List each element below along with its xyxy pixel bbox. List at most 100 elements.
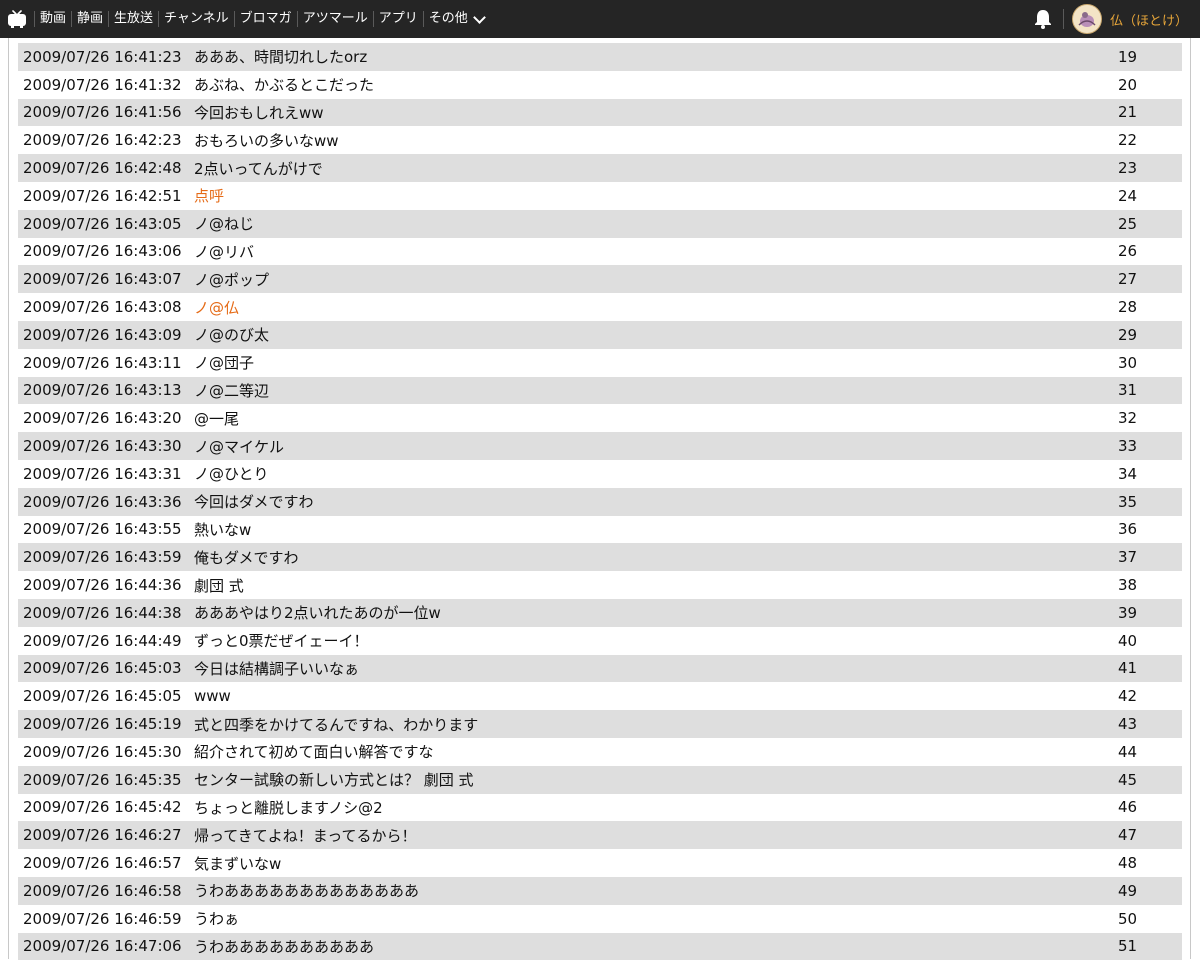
comment-row: 2009/07/26 16:43:31ノ@ひとり34 xyxy=(18,460,1182,488)
notification-bell-icon[interactable] xyxy=(1023,0,1063,38)
comment-text: 今回はダメですわ xyxy=(194,491,1118,512)
comment-row: 2009/07/26 16:43:11ノ@団子30 xyxy=(18,349,1182,377)
comment-text: ノ@仏 xyxy=(194,297,1118,318)
comment-datetime: 2009/07/26 16:45:03 xyxy=(18,659,194,677)
comment-datetime: 2009/07/26 16:44:38 xyxy=(18,604,194,622)
comment-row: 2009/07/26 16:43:36今回はダメですわ35 xyxy=(18,488,1182,516)
comment-text: あああ、時間切れしたorz xyxy=(194,46,1118,67)
comment-text: 帰ってきてよね！まってるから！ xyxy=(194,825,1118,846)
comment-datetime: 2009/07/26 16:43:55 xyxy=(18,520,194,538)
comment-number: 51 xyxy=(1118,937,1182,955)
comment-text: ノ@二等辺 xyxy=(194,380,1118,401)
comment-number: 39 xyxy=(1118,604,1182,622)
comment-number: 36 xyxy=(1118,520,1182,538)
comment-text: ノ@ねじ xyxy=(194,213,1118,234)
comment-number: 20 xyxy=(1118,76,1182,94)
comment-number: 24 xyxy=(1118,187,1182,205)
comment-text: 2点いってんがけで xyxy=(194,158,1118,179)
comment-row: 2009/07/26 16:43:13ノ@二等辺31 xyxy=(18,377,1182,405)
comment-datetime: 2009/07/26 16:43:08 xyxy=(18,298,194,316)
comment-number: 32 xyxy=(1118,409,1182,427)
nav-more-menu[interactable]: その他 xyxy=(423,11,489,27)
comment-datetime: 2009/07/26 16:46:58 xyxy=(18,882,194,900)
user-avatar[interactable] xyxy=(1072,4,1102,34)
comment-number: 40 xyxy=(1118,632,1182,650)
comment-text: ノ@リバ xyxy=(194,241,1118,262)
nav-item-channel[interactable]: チャンネル xyxy=(158,11,234,27)
comment-row: 2009/07/26 16:44:36劇団 式38 xyxy=(18,571,1182,599)
comment-row: 2009/07/26 16:46:59うわぁ50 xyxy=(18,905,1182,933)
comment-row: 2009/07/26 16:41:32あぶね、かぶるとこだった20 xyxy=(18,71,1182,99)
comment-text: ノ@団子 xyxy=(194,352,1118,373)
nav-item-video[interactable]: 動画 xyxy=(34,11,71,27)
comment-text: 点呼 xyxy=(194,185,1118,206)
comment-number: 49 xyxy=(1118,882,1182,900)
user-name[interactable]: 仏（ほとけ） xyxy=(1110,10,1188,29)
comment-row: 2009/07/26 16:45:30紹介されて初めて面白い解答ですな44 xyxy=(18,738,1182,766)
comment-datetime: 2009/07/26 16:41:56 xyxy=(18,103,194,121)
comment-row: 2009/07/26 16:47:06うわああああああああああ51 xyxy=(18,933,1182,960)
comment-row: 2009/07/26 16:43:20@一尾32 xyxy=(18,404,1182,432)
comment-datetime: 2009/07/26 16:43:13 xyxy=(18,381,194,399)
comment-datetime: 2009/07/26 16:43:59 xyxy=(18,548,194,566)
comment-row: 2009/07/26 16:42:482点いってんがけで23 xyxy=(18,154,1182,182)
nav-item-app[interactable]: アプリ xyxy=(373,11,423,27)
comment-text: 今回おもしれえww xyxy=(194,102,1118,123)
comment-number: 25 xyxy=(1118,215,1182,233)
comment-datetime: 2009/07/26 16:43:30 xyxy=(18,437,194,455)
nav-item-live[interactable]: 生放送 xyxy=(108,11,158,27)
user-area: 仏（ほとけ） xyxy=(1023,0,1200,38)
comment-row: 2009/07/26 16:43:05ノ@ねじ25 xyxy=(18,210,1182,238)
comment-number: 34 xyxy=(1118,465,1182,483)
nav-more-label: その他 xyxy=(429,11,468,27)
comment-datetime: 2009/07/26 16:42:51 xyxy=(18,187,194,205)
comment-row: 2009/07/26 16:44:49ずっと0票だぜイェーイ！40 xyxy=(18,627,1182,655)
comment-number: 37 xyxy=(1118,548,1182,566)
comment-datetime: 2009/07/26 16:41:23 xyxy=(18,48,194,66)
comment-text: 紹介されて初めて面白い解答ですな xyxy=(194,741,1118,762)
comment-datetime: 2009/07/26 16:43:05 xyxy=(18,215,194,233)
comment-text: あああやはり2点いれたあのが一位w xyxy=(194,602,1118,623)
comment-text: ノ@マイケル xyxy=(194,436,1118,457)
comment-row: 2009/07/26 16:43:30ノ@マイケル33 xyxy=(18,432,1182,460)
comment-number: 45 xyxy=(1118,771,1182,789)
comment-number: 33 xyxy=(1118,437,1182,455)
comment-datetime: 2009/07/26 16:42:48 xyxy=(18,159,194,177)
comment-datetime: 2009/07/26 16:43:09 xyxy=(18,326,194,344)
comment-text: おもろいの多いなww xyxy=(194,130,1118,151)
divider xyxy=(1063,9,1064,29)
comment-text: 気まずいなw xyxy=(194,853,1118,874)
comment-number: 27 xyxy=(1118,270,1182,288)
comment-text: 今日は結構調子いいなぁ xyxy=(194,658,1118,679)
comment-row: 2009/07/26 16:46:27帰ってきてよね！まってるから！47 xyxy=(18,821,1182,849)
comment-text: ノ@ひとり xyxy=(194,463,1118,484)
niconico-logo-icon[interactable] xyxy=(0,0,34,38)
comment-number: 48 xyxy=(1118,854,1182,872)
comment-number: 41 xyxy=(1118,659,1182,677)
comment-row: 2009/07/26 16:43:09ノ@のび太29 xyxy=(18,321,1182,349)
comment-row: 2009/07/26 16:46:58うわあああああああああああああ49 xyxy=(18,877,1182,905)
comment-row: 2009/07/26 16:45:03今日は結構調子いいなぁ41 xyxy=(18,655,1182,683)
comment-datetime: 2009/07/26 16:46:59 xyxy=(18,910,194,928)
comment-list: 2009/07/26 16:41:23あああ、時間切れしたorz192009/0… xyxy=(18,43,1182,960)
comment-datetime: 2009/07/26 16:45:30 xyxy=(18,743,194,761)
comment-datetime: 2009/07/26 16:45:05 xyxy=(18,687,194,705)
comment-row: 2009/07/26 16:41:23あああ、時間切れしたorz19 xyxy=(18,43,1182,71)
comment-text: www xyxy=(194,687,1118,705)
comment-row: 2009/07/26 16:43:08ノ@仏28 xyxy=(18,293,1182,321)
nav-item-seiga[interactable]: 静画 xyxy=(71,11,108,27)
nav-item-blomaga[interactable]: ブロマガ xyxy=(234,11,297,27)
main-nav: 動画 静画 生放送 チャンネル ブロマガ アツマール アプリ その他 xyxy=(34,0,489,38)
comment-row: 2009/07/26 16:43:59俺もダメですわ37 xyxy=(18,543,1182,571)
comment-text: ずっと0票だぜイェーイ！ xyxy=(194,630,1118,651)
chevron-down-icon xyxy=(473,11,486,24)
comment-row: 2009/07/26 16:42:23おもろいの多いなww22 xyxy=(18,126,1182,154)
comment-text: 式と四季をかけてるんですね、わかります xyxy=(194,714,1118,735)
comment-datetime: 2009/07/26 16:45:19 xyxy=(18,715,194,733)
comment-number: 44 xyxy=(1118,743,1182,761)
comment-row: 2009/07/26 16:43:55熱いなw36 xyxy=(18,516,1182,544)
comment-datetime: 2009/07/26 16:45:42 xyxy=(18,798,194,816)
comment-datetime: 2009/07/26 16:43:06 xyxy=(18,242,194,260)
comment-number: 29 xyxy=(1118,326,1182,344)
nav-item-atsumaru[interactable]: アツマール xyxy=(297,11,373,27)
